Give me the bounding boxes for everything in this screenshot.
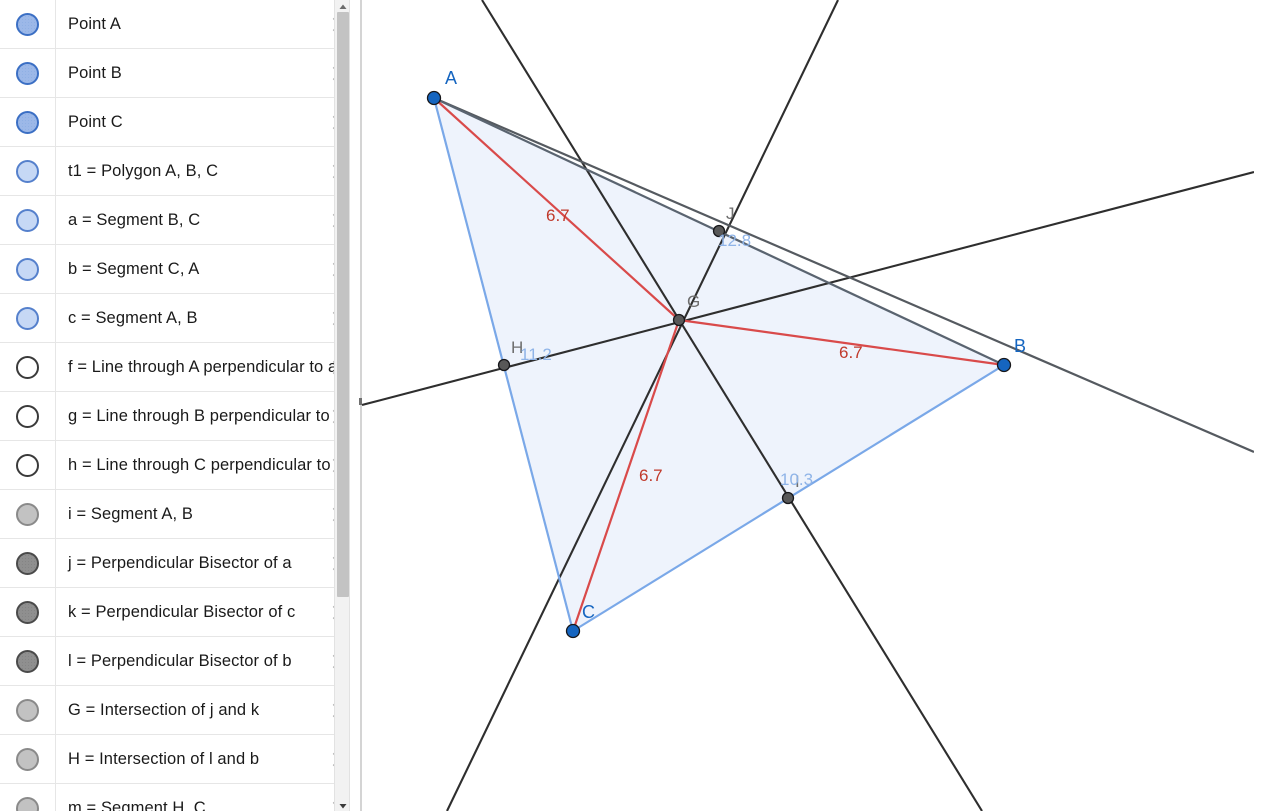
object-list: Point A Point B Point C t1 = Polygon A, B, …	[0, 0, 362, 811]
visibility-toggle[interactable]	[0, 489, 56, 539]
object-definition-label: l = Perpendicular Bisector of b	[68, 651, 292, 670]
visibility-toggle[interactable]	[0, 0, 56, 49]
scroll-up-arrow-icon[interactable]	[337, 0, 349, 12]
visibility-toggle[interactable]	[0, 146, 56, 196]
visibility-marker-icon[interactable]	[16, 551, 39, 575]
visibility-toggle[interactable]	[0, 391, 56, 441]
point-B[interactable]	[996, 357, 1012, 373]
visibility-marker-icon[interactable]	[16, 502, 39, 526]
object-row[interactable]: i = Segment A, B	[0, 489, 362, 539]
object-definition-label: h = Line through C perpendicular to c	[68, 455, 344, 474]
point-C[interactable]	[565, 623, 581, 639]
visibility-marker-icon[interactable]	[16, 61, 39, 85]
point-label-G: G	[687, 292, 700, 311]
object-row[interactable]: g = Line through B perpendicular to b	[0, 391, 362, 441]
object-row[interactable]: a = Segment B, C	[0, 195, 362, 245]
object-row[interactable]: Point A	[0, 0, 362, 49]
scrollbar-thumb[interactable]	[337, 12, 349, 597]
object-definition-label: i = Segment A, B	[68, 504, 193, 523]
segment-length-label: 10.3	[780, 470, 813, 489]
visibility-toggle[interactable]	[0, 293, 56, 343]
object-definition-label: g = Line through B perpendicular to b	[68, 406, 344, 425]
point-label-C: C	[582, 602, 595, 622]
point-A[interactable]	[426, 90, 442, 106]
visibility-toggle[interactable]	[0, 538, 56, 588]
object-row[interactable]: b = Segment C, A	[0, 244, 362, 294]
visibility-marker-icon[interactable]	[16, 404, 39, 428]
segment-length-label: 11.2	[520, 345, 552, 364]
visibility-toggle[interactable]	[0, 685, 56, 735]
object-definition-label: a = Segment B, C	[68, 210, 201, 229]
algebra-sidebar: Point A Point B Point C t1 = Polygon A, B, …	[0, 0, 362, 811]
visibility-toggle[interactable]	[0, 97, 56, 147]
radius-length-label: 6.7	[639, 466, 663, 485]
object-row[interactable]: h = Line through C perpendicular to c	[0, 440, 362, 490]
object-definition-label: Point B	[68, 63, 122, 82]
object-row[interactable]: t1 = Polygon A, B, C	[0, 146, 362, 196]
object-definition-label: Point A	[68, 14, 121, 33]
object-row[interactable]: c = Segment A, B	[0, 293, 362, 343]
visibility-marker-icon[interactable]	[16, 306, 39, 330]
visibility-marker-icon[interactable]	[16, 159, 39, 183]
visibility-toggle[interactable]	[0, 342, 56, 392]
visibility-marker-icon[interactable]	[16, 355, 39, 379]
point-H[interactable]	[497, 358, 511, 372]
visibility-marker-icon[interactable]	[16, 257, 39, 281]
object-row[interactable]: G = Intersection of j and k	[0, 685, 362, 735]
visibility-marker-icon[interactable]	[16, 698, 39, 722]
object-definition-label: c = Segment A, B	[68, 308, 198, 327]
visibility-marker-icon[interactable]	[16, 796, 39, 811]
visibility-marker-icon[interactable]	[16, 649, 39, 673]
geometry-canvas[interactable]: ABCGHIJ6.76.76.711.212.810.3	[362, 0, 1254, 811]
object-definition-label: b = Segment C, A	[68, 259, 200, 278]
object-row[interactable]: Point B	[0, 48, 362, 98]
visibility-toggle[interactable]	[0, 587, 56, 637]
visibility-marker-icon[interactable]	[16, 453, 39, 477]
radius-length-label: 6.7	[546, 206, 570, 225]
visibility-toggle[interactable]	[0, 48, 56, 98]
visibility-marker-icon[interactable]	[16, 110, 39, 134]
object-row[interactable]: m = Segment H, C	[0, 783, 362, 811]
object-row[interactable]: Point C	[0, 97, 362, 147]
visibility-toggle[interactable]	[0, 440, 56, 490]
point-I[interactable]	[781, 491, 795, 505]
visibility-marker-icon[interactable]	[16, 747, 39, 771]
object-definition-label: t1 = Polygon A, B, C	[68, 161, 219, 180]
visibility-toggle[interactable]	[0, 195, 56, 245]
visibility-toggle[interactable]	[0, 783, 56, 811]
point-label-J: J	[726, 204, 735, 223]
point-G[interactable]	[672, 313, 686, 327]
scroll-down-arrow-icon[interactable]	[337, 799, 349, 811]
visibility-toggle[interactable]	[0, 734, 56, 784]
visibility-marker-icon[interactable]	[16, 12, 39, 36]
object-row[interactable]: k = Perpendicular Bisector of c	[0, 587, 362, 637]
visibility-toggle[interactable]	[0, 636, 56, 686]
object-definition-label: k = Perpendicular Bisector of c	[68, 602, 296, 621]
visibility-toggle[interactable]	[0, 244, 56, 294]
object-row[interactable]: j = Perpendicular Bisector of a	[0, 538, 362, 588]
object-row[interactable]: l = Perpendicular Bisector of b	[0, 636, 362, 686]
object-definition-label: m = Segment H, C	[68, 798, 206, 811]
point-label-A: A	[445, 68, 457, 88]
sidebar-scrollbar[interactable]	[334, 0, 350, 811]
point-label-B: B	[1014, 336, 1026, 356]
object-definition-label: G = Intersection of j and k	[68, 700, 260, 719]
visibility-marker-icon[interactable]	[16, 208, 39, 232]
segment-length-label: 12.8	[718, 231, 751, 250]
object-definition-label: H = Intersection of l and b	[68, 749, 260, 768]
object-definition-label: j = Perpendicular Bisector of a	[68, 553, 292, 572]
visibility-marker-icon[interactable]	[16, 600, 39, 624]
graphics-view[interactable]: A B C G H I J 6.7 6.7 6.7 11.2 12.8 10.3	[362, 0, 1280, 811]
object-definition-label: Point C	[68, 112, 123, 131]
object-definition-label: f = Line through A perpendicular to a	[68, 357, 338, 376]
object-row[interactable]: H = Intersection of l and b	[0, 734, 362, 784]
geometry-app: Point A Point B Point C t1 = Polygon A, B, …	[0, 0, 1280, 811]
radius-length-label: 6.7	[839, 343, 863, 362]
object-row[interactable]: f = Line through A perpendicular to a	[0, 342, 362, 392]
